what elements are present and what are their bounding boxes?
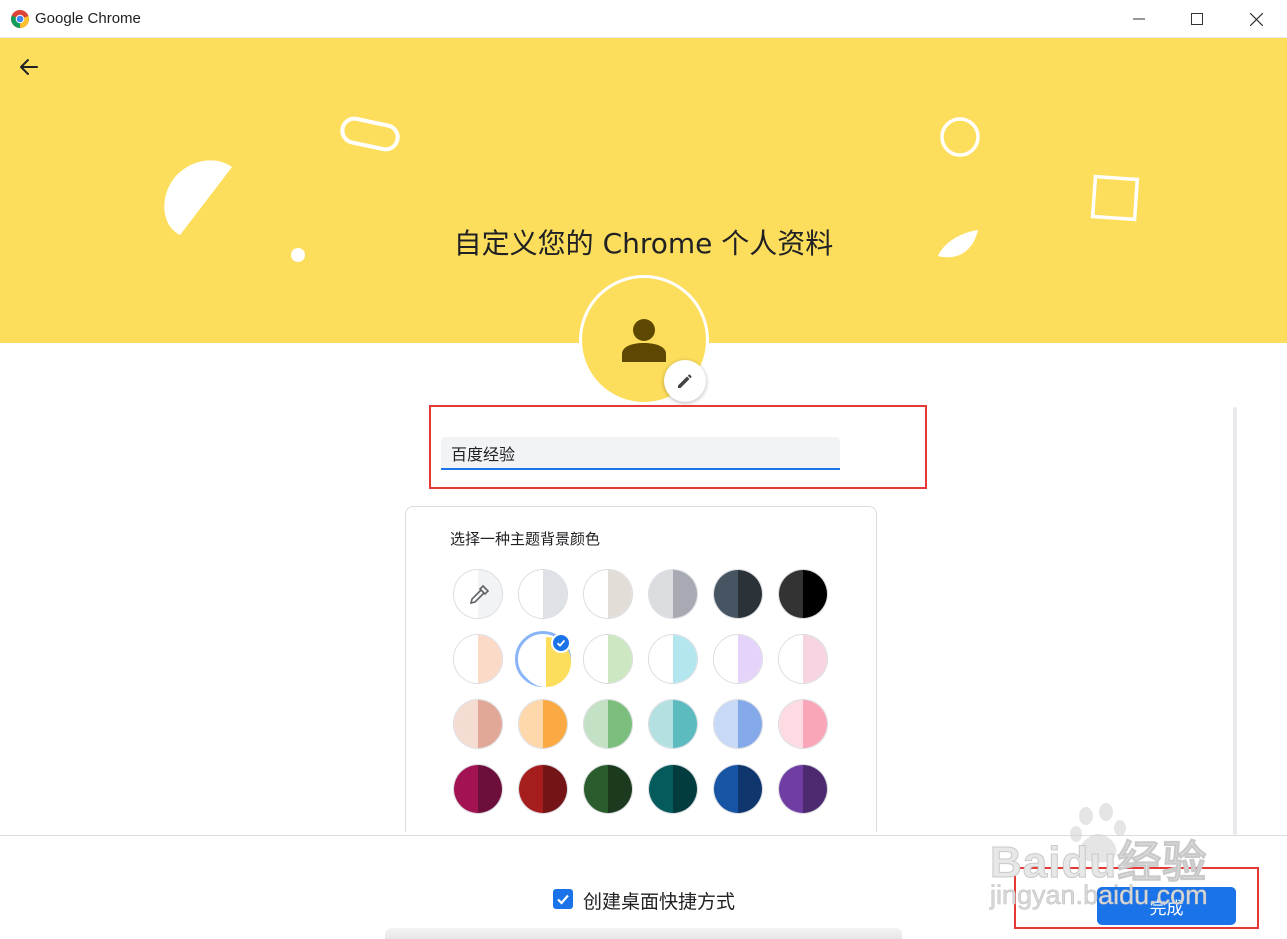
maximize-button[interactable]: [1168, 0, 1226, 38]
window-titlebar: Google Chrome: [0, 0, 1287, 38]
swatch-right-half: [608, 765, 632, 813]
theme-swatch-blue[interactable]: [713, 699, 763, 749]
theme-swatch-beige-peach[interactable]: [453, 634, 503, 684]
swatch-left-half: [584, 635, 608, 683]
swatch-right-half: [803, 700, 827, 748]
swatch-left-half: [779, 765, 803, 813]
chrome-logo-icon: [11, 10, 29, 28]
checkmark-icon: [557, 894, 569, 905]
swatch-right-half: [478, 635, 502, 683]
swatch-right-half: [543, 570, 567, 618]
swatch-right-half: [543, 700, 567, 748]
selected-check-badge: [551, 633, 571, 653]
person-icon: [622, 319, 666, 362]
swatch-right-half: [738, 765, 762, 813]
theme-swatch-peach[interactable]: [453, 699, 503, 749]
swatch-left-half: [584, 570, 608, 618]
swatch-left-half: [649, 765, 673, 813]
theme-swatch-light-purple[interactable]: [713, 634, 763, 684]
theme-swatch-default[interactable]: [518, 569, 568, 619]
swatch-right-half: [738, 700, 762, 748]
theme-swatch-red[interactable]: [518, 764, 568, 814]
theme-swatch-magenta[interactable]: [453, 764, 503, 814]
theme-swatch-orange[interactable]: [518, 699, 568, 749]
swatch-left-half: [521, 637, 546, 687]
theme-color-label: 选择一种主题背景颜色: [450, 530, 601, 548]
window-title: Google Chrome: [35, 10, 141, 27]
swatch-right-half: [608, 635, 632, 683]
swatch-left-half: [454, 700, 478, 748]
swatch-left-half: [779, 700, 803, 748]
edit-avatar-button[interactable]: [664, 360, 706, 402]
swatch-left-half: [714, 570, 738, 618]
theme-swatch-custom-color-picker[interactable]: [453, 569, 503, 619]
swatch-right-half: [608, 700, 632, 748]
theme-swatch-teal[interactable]: [648, 699, 698, 749]
swatch-right-half: [478, 765, 502, 813]
swatch-right-half: [673, 570, 697, 618]
pencil-icon: [678, 374, 692, 388]
theme-swatch-green[interactable]: [583, 699, 633, 749]
close-icon: [1249, 12, 1263, 26]
swatch-left-half: [649, 570, 673, 618]
theme-swatch-warm-grey[interactable]: [583, 569, 633, 619]
swatch-right-half: [673, 700, 697, 748]
theme-swatch-light-teal[interactable]: [648, 634, 698, 684]
theme-swatch-pink[interactable]: [778, 699, 828, 749]
swatch-left-half: [779, 635, 803, 683]
swatch-right-half: [803, 570, 827, 618]
arrow-left-icon: [20, 59, 38, 75]
theme-swatch-dark-green[interactable]: [583, 764, 633, 814]
decorative-square-shape: [1090, 174, 1140, 222]
swatch-right-half: [478, 700, 502, 748]
swatch-right-half: [803, 765, 827, 813]
swatch-left-half: [454, 765, 478, 813]
theme-swatch-dark-blue[interactable]: [713, 764, 763, 814]
swatch-right-half: [673, 635, 697, 683]
minimize-icon: [1133, 18, 1145, 20]
theme-swatch-dark-teal[interactable]: [648, 764, 698, 814]
eyedropper-icon: [469, 584, 490, 605]
desktop-shortcut-label[interactable]: 创建桌面快捷方式: [583, 887, 735, 914]
highlight-box-name-field: [429, 405, 927, 489]
theme-swatch-light-green[interactable]: [583, 634, 633, 684]
swatch-right-half: [803, 635, 827, 683]
decorative-pill-shape: [340, 116, 400, 152]
bottom-overlay: [385, 928, 902, 939]
theme-swatch-midnight-blue[interactable]: [713, 569, 763, 619]
swatch-left-half: [649, 635, 673, 683]
swatch-left-half: [584, 765, 608, 813]
minimize-button[interactable]: [1110, 0, 1168, 38]
swatch-left-half: [519, 570, 543, 618]
swatch-right-half: [738, 635, 762, 683]
back-button[interactable]: [14, 52, 44, 82]
swatch-left-half: [714, 635, 738, 683]
maximize-icon: [1191, 13, 1203, 25]
swatch-left-half: [519, 700, 543, 748]
page-title: 自定义您的 Chrome 个人资料: [453, 227, 834, 260]
theme-swatch-light-pink[interactable]: [778, 634, 828, 684]
watermark-url: jingyan.baidu.com: [990, 880, 1208, 911]
checkmark-icon: [556, 639, 566, 647]
swatch-left-half: [714, 700, 738, 748]
decorative-ring-shape: [940, 117, 980, 157]
swatch-left-half: [779, 570, 803, 618]
swatch-left-half: [454, 635, 478, 683]
swatch-right-half: [738, 570, 762, 618]
swatch-right-half: [543, 765, 567, 813]
swatch-right-half: [608, 570, 632, 618]
swatch-left-half: [519, 765, 543, 813]
theme-swatch-violet[interactable]: [778, 764, 828, 814]
swatch-right-half: [673, 765, 697, 813]
scrollbar[interactable]: [1233, 407, 1237, 835]
swatch-left-half: [649, 700, 673, 748]
desktop-shortcut-checkbox[interactable]: [553, 889, 573, 909]
theme-swatch-cool-grey[interactable]: [648, 569, 698, 619]
close-window-button[interactable]: [1227, 0, 1285, 38]
swatch-left-half: [714, 765, 738, 813]
theme-swatch-black[interactable]: [778, 569, 828, 619]
swatch-left-half: [584, 700, 608, 748]
